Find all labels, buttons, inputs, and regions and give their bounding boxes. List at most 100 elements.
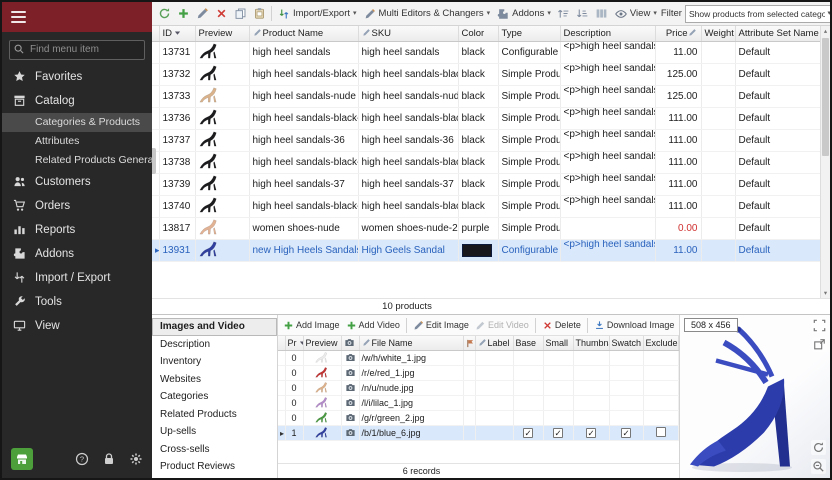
product-row[interactable]: 13737high heel sandals-36high heel sanda…	[152, 129, 820, 151]
cell-description[interactable]: <p>high heel sandals high heel sandals</…	[560, 239, 655, 261]
product-thumbnail[interactable]	[195, 195, 249, 217]
cell-base[interactable]	[513, 395, 543, 410]
column-header-price[interactable]: Price	[655, 26, 701, 41]
product-row[interactable]: 13736 high heel sandals-black-36high heel…	[152, 107, 820, 129]
cell-priority[interactable]: 0	[285, 380, 303, 395]
cell-swatch[interactable]: ✓	[609, 425, 643, 440]
cell-type[interactable]: Simple Product	[498, 151, 560, 173]
row-expander[interactable]	[152, 195, 159, 217]
cell-swatch[interactable]	[609, 380, 643, 395]
cell-swatch[interactable]	[609, 350, 643, 365]
cell-product-name[interactable]: new High Heels Sandals	[249, 239, 358, 261]
cell-attribute-set[interactable]: Default	[735, 129, 820, 151]
cell-weight[interactable]	[701, 217, 735, 239]
cell-attribute-set[interactable]: Default	[735, 195, 820, 217]
edit-product-button[interactable]	[193, 5, 211, 23]
multi-editors-menu-button[interactable]: Multi Editors & Changers▾	[361, 6, 494, 22]
column-header-id[interactable]: ID	[159, 26, 195, 41]
column-header-type[interactable]: Type	[498, 26, 560, 41]
cell-price[interactable]: 111.00	[655, 151, 701, 173]
tab-up-sells[interactable]: Up-sells	[152, 423, 277, 441]
lock-icon[interactable]	[102, 452, 116, 466]
cell-thumbnail[interactable]	[573, 365, 609, 380]
cell-color[interactable]: black	[458, 41, 498, 63]
cell-color[interactable]: black	[458, 195, 498, 217]
media-column-header-file_name[interactable]: File Name	[359, 336, 463, 350]
tab-cross-sells[interactable]: Cross-sells	[152, 441, 277, 459]
small-checkbox[interactable]: ✓	[553, 428, 563, 438]
media-row[interactable]: 0/w/h/white_1.jpg	[278, 350, 678, 365]
media-column-header-flag[interactable]	[463, 336, 475, 350]
media-type-icon[interactable]	[341, 425, 359, 440]
media-type-icon[interactable]	[341, 365, 359, 380]
tab-product-reviews[interactable]: Product Reviews	[152, 458, 277, 476]
cell-sku[interactable]: high heel sandals-36	[358, 129, 458, 151]
cell-weight[interactable]	[701, 63, 735, 85]
row-expander[interactable]	[152, 217, 159, 239]
cell-price[interactable]: 11.00	[655, 41, 701, 63]
media-row-expander[interactable]	[278, 410, 285, 425]
media-row-expander[interactable]	[278, 350, 285, 365]
media-row[interactable]: 0/g/r/green_2.jpg	[278, 410, 678, 425]
cell-price[interactable]: 111.00	[655, 107, 701, 129]
media-thumbnail[interactable]	[303, 350, 341, 365]
product-thumbnail[interactable]	[195, 173, 249, 195]
product-thumbnail[interactable]	[195, 41, 249, 63]
cell-product-name[interactable]: high heel sandals-black-36	[249, 107, 358, 129]
cell-type[interactable]: Configurable Product	[498, 41, 560, 63]
cell-file-name[interactable]: /n/u/nude.jpg	[359, 380, 463, 395]
cell-label[interactable]	[475, 365, 513, 380]
cell-swatch[interactable]	[609, 365, 643, 380]
cell-product-name[interactable]: high heel sandals	[249, 41, 358, 63]
media-row[interactable]: 0/n/u/nude.jpg	[278, 380, 678, 395]
cell-color[interactable]: black	[458, 173, 498, 195]
cell-price[interactable]: 111.00	[655, 129, 701, 151]
product-row[interactable]: 13731high heel sandalshigh heel sandalsb…	[152, 41, 820, 63]
product-row[interactable]: 13740high heel sandals-black-38high heel…	[152, 195, 820, 217]
tab-images-and-video[interactable]: Images and Video	[152, 318, 277, 336]
cell-id[interactable]: 13736	[159, 107, 195, 129]
cell-file-name[interactable]: /r/e/red_1.jpg	[359, 365, 463, 380]
cell-sku[interactable]: women shoes-nude-2	[358, 217, 458, 239]
product-row[interactable]: 13817women shoes-nudewomen shoes-nude-2p…	[152, 217, 820, 239]
column-header-attribute_set_name[interactable]: Attribute Set Name	[735, 26, 820, 41]
cell-label[interactable]	[475, 380, 513, 395]
product-thumbnail[interactable]	[195, 129, 249, 151]
cell-thumbnail[interactable]	[573, 350, 609, 365]
sidebar-item-reports[interactable]: Reports	[2, 218, 152, 242]
product-row[interactable]: 13739high heel sandals-37high heel sanda…	[152, 173, 820, 195]
cell-product-name[interactable]: high heel sandals-black-38	[249, 195, 358, 217]
scroll-up-arrow[interactable]: ▴	[821, 26, 830, 36]
media-row[interactable]: 0/l/i/lilac_1.jpg	[278, 395, 678, 410]
media-column-header-expander[interactable]	[278, 336, 285, 350]
cell-weight[interactable]	[701, 129, 735, 151]
cell-type[interactable]: Simple Product	[498, 217, 560, 239]
column-header-preview[interactable]: Preview	[195, 26, 249, 41]
sort-ascending-button[interactable]	[555, 5, 573, 23]
product-thumbnail[interactable]	[195, 151, 249, 173]
sidebar-item-favorites[interactable]: Favorites	[2, 65, 152, 89]
cell-product-name[interactable]: high heel sandals-black-37	[249, 151, 358, 173]
cell-description[interactable]: <p>high heel sandals high heel sandals</…	[560, 41, 655, 63]
media-row-expander[interactable]	[278, 365, 285, 380]
cell-small[interactable]: ✓	[543, 425, 573, 440]
product-thumbnail[interactable]	[195, 85, 249, 107]
sidebar-item-addons[interactable]: Addons	[2, 242, 152, 266]
cell-attribute-set[interactable]: Default	[735, 217, 820, 239]
cell-small[interactable]	[543, 395, 573, 410]
media-thumbnail[interactable]	[303, 365, 341, 380]
media-type-icon[interactable]	[341, 380, 359, 395]
media-column-header-thumbnail[interactable]: Thumbna	[573, 336, 609, 350]
cell-sku[interactable]: high heel sandals-black-36	[358, 107, 458, 129]
add-image-button[interactable]: Add Image	[281, 319, 342, 332]
cell-priority[interactable]: 0	[285, 350, 303, 365]
cell-type[interactable]: Simple Product	[498, 195, 560, 217]
sort-descending-button[interactable]	[574, 5, 592, 23]
gear-icon[interactable]	[129, 452, 143, 466]
cell-thumbnail[interactable]	[573, 380, 609, 395]
cell-swatch[interactable]	[609, 395, 643, 410]
store-icon[interactable]	[11, 448, 33, 470]
media-row-expander[interactable]	[278, 380, 285, 395]
cell-sku[interactable]: High Geels Sandal	[358, 239, 458, 261]
cell-priority[interactable]: 0	[285, 410, 303, 425]
